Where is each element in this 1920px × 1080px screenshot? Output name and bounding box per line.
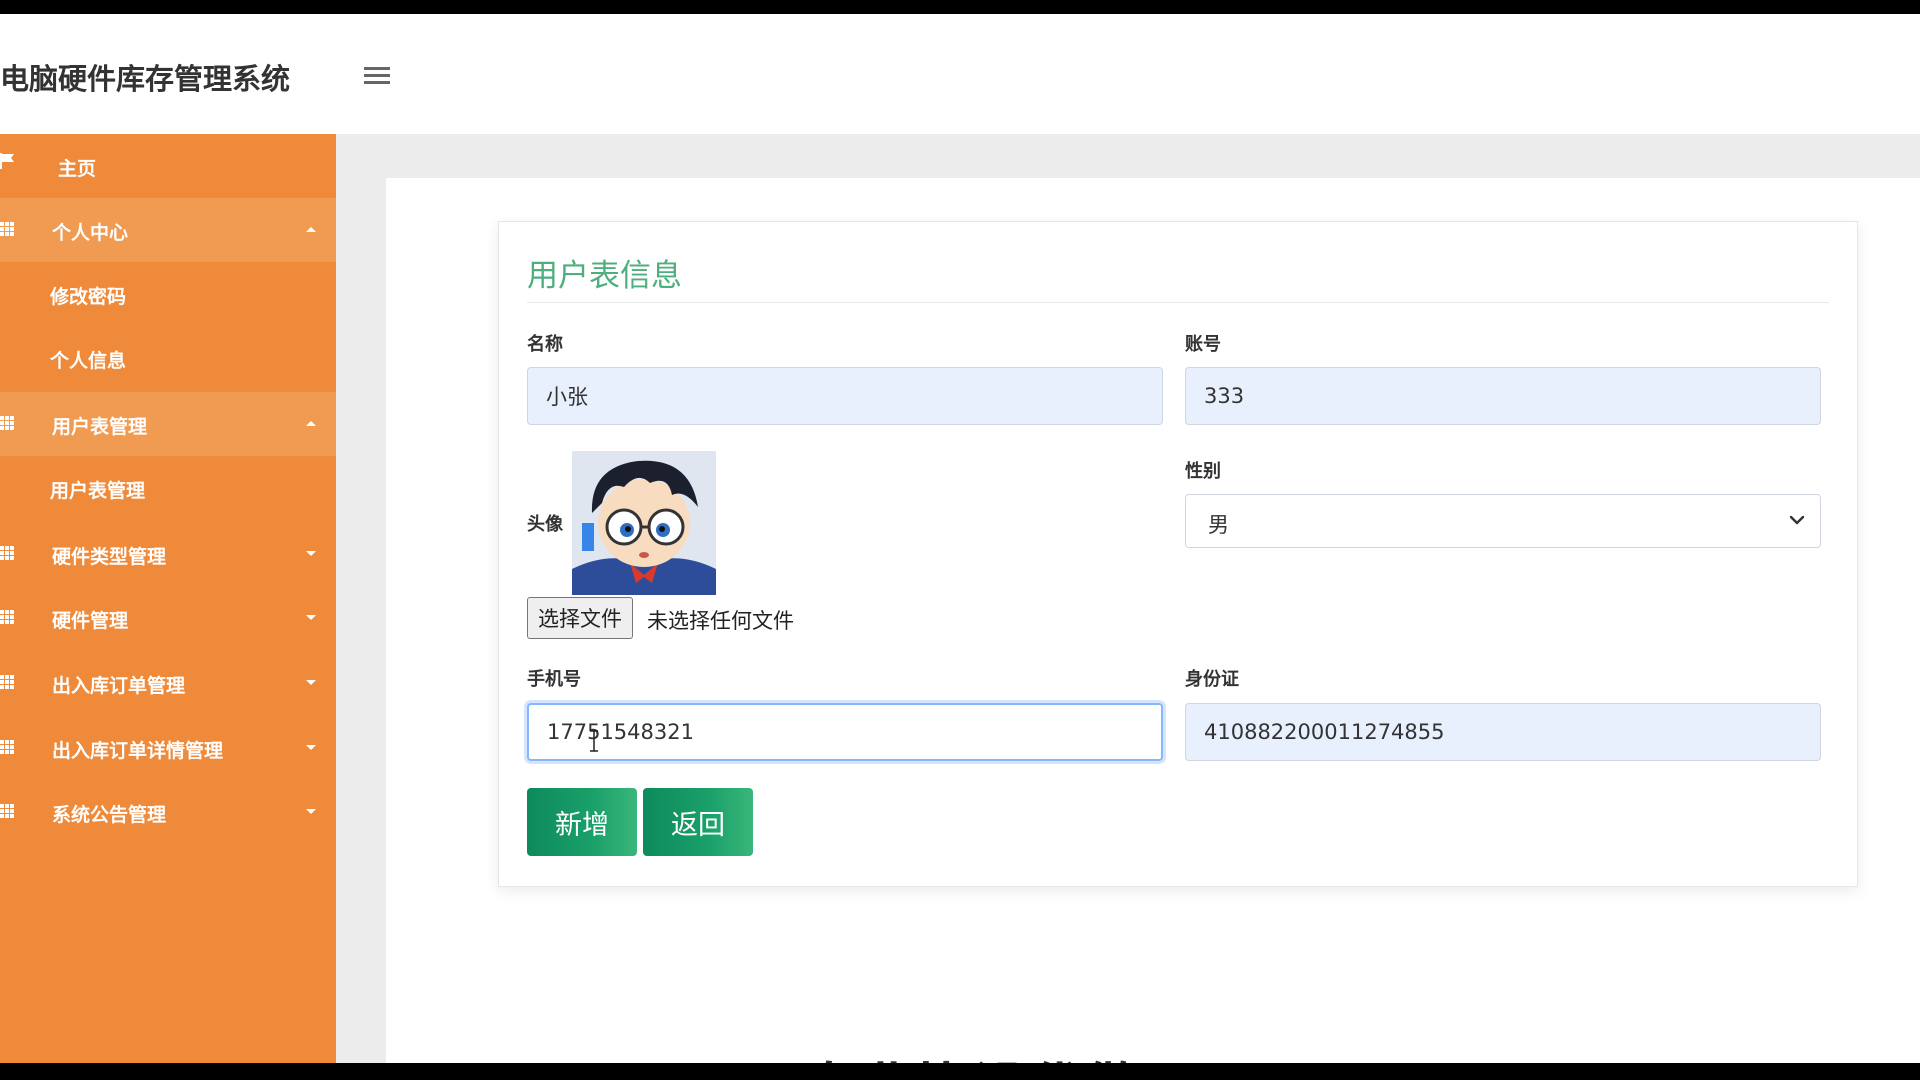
gender-selected-value: 男 [1208, 513, 1229, 537]
grid-icon [0, 740, 16, 756]
account-input[interactable] [1185, 367, 1821, 425]
menu-bar-icon [364, 74, 390, 77]
grid-icon [0, 546, 16, 562]
grid-icon [0, 675, 16, 691]
phone-label: 手机号 [527, 669, 581, 690]
sidebar-item-home[interactable]: 主页 [0, 134, 336, 198]
gender-select[interactable]: 男 [1185, 494, 1821, 548]
sidebar-subitem-personal-info[interactable]: 个人信息 [0, 326, 336, 390]
main-content: 用户表信息 名称 账号 头像 [386, 178, 1920, 1063]
back-button[interactable]: 返回 [643, 788, 753, 856]
grid-icon [0, 610, 16, 626]
sidebar-subitem-label: 个人信息 [50, 350, 127, 372]
gender-label: 性别 [1185, 461, 1221, 482]
title-divider [527, 302, 1829, 303]
sidebar-item-label: 出入库订单详情管理 [52, 740, 224, 762]
flag-icon [0, 152, 16, 169]
phone-input[interactable] [527, 703, 1163, 761]
account-label: 账号 [1185, 334, 1221, 355]
avatar-label: 头像 [527, 514, 563, 535]
caret-up-icon [306, 421, 316, 426]
sidebar-subitem-change-password[interactable]: 修改密码 [0, 262, 336, 326]
choose-file-button[interactable]: 选择文件 [527, 597, 633, 639]
app-title: 电脑硬件库存管理系统 [0, 62, 291, 96]
grid-icon [0, 804, 16, 820]
grid-icon [0, 416, 16, 432]
chevron-down-icon [1788, 511, 1806, 529]
sidebar-item-label: 出入库订单管理 [52, 675, 186, 697]
app-window: 电脑硬件库存管理系统 主页 个人中心 修改密码 个人信息 用户表管理 用户表管理… [0, 14, 1920, 1063]
name-label: 名称 [527, 334, 563, 355]
sidebar-item-stock-order-management[interactable]: 出入库订单管理 [0, 651, 336, 715]
text-selection-highlight [582, 523, 594, 551]
sidebar-subitem-user-table-management[interactable]: 用户表管理 [0, 456, 336, 520]
id-card-label: 身份证 [1185, 669, 1239, 690]
caret-up-icon [306, 227, 316, 232]
id-card-input[interactable] [1185, 703, 1821, 761]
bottom-caption: 专业毕设代做 [804, 1044, 1140, 1063]
sidebar-item-hardware-type-management[interactable]: 硬件类型管理 [0, 522, 336, 586]
sidebar-item-user-table-management[interactable]: 用户表管理 [0, 392, 336, 456]
sidebar-item-label: 个人中心 [52, 222, 129, 244]
sidebar-subitem-label: 修改密码 [50, 286, 127, 308]
sidebar-item-hardware-management[interactable]: 硬件管理 [0, 586, 336, 650]
caret-down-icon [306, 680, 316, 685]
sidebar: 主页 个人中心 修改密码 个人信息 用户表管理 用户表管理 硬件类型管理 硬件管… [0, 134, 336, 1063]
caret-down-icon [306, 551, 316, 556]
menu-bar-icon [364, 81, 390, 84]
menu-toggle-button[interactable] [362, 64, 392, 90]
ibeam-cursor-icon [589, 730, 599, 752]
file-status-text: 未选择任何文件 [647, 609, 794, 633]
user-form-card: 用户表信息 名称 账号 头像 [498, 221, 1858, 887]
add-button[interactable]: 新增 [527, 788, 637, 856]
sidebar-item-stock-order-detail-management[interactable]: 出入库订单详情管理 [0, 716, 336, 780]
sidebar-item-label: 系统公告管理 [52, 804, 167, 826]
sidebar-item-announcement-management[interactable]: 系统公告管理 [0, 780, 336, 844]
menu-bar-icon [364, 67, 390, 70]
caret-down-icon [306, 745, 316, 750]
grid-icon [0, 222, 16, 238]
screen: 电脑硬件库存管理系统 主页 个人中心 修改密码 个人信息 用户表管理 用户表管理… [0, 0, 1920, 1080]
sidebar-item-personal-center[interactable]: 个人中心 [0, 198, 336, 262]
sidebar-item-label: 用户表管理 [52, 416, 148, 438]
form-title: 用户表信息 [527, 258, 682, 294]
top-header: 电脑硬件库存管理系统 [0, 14, 1920, 134]
sidebar-item-label: 主页 [58, 158, 97, 180]
caret-down-icon [306, 615, 316, 620]
sidebar-item-label: 硬件类型管理 [52, 546, 167, 568]
name-input[interactable] [527, 367, 1163, 425]
sidebar-item-label: 硬件管理 [52, 610, 129, 632]
sidebar-subitem-label: 用户表管理 [50, 480, 146, 502]
caret-down-icon [306, 809, 316, 814]
